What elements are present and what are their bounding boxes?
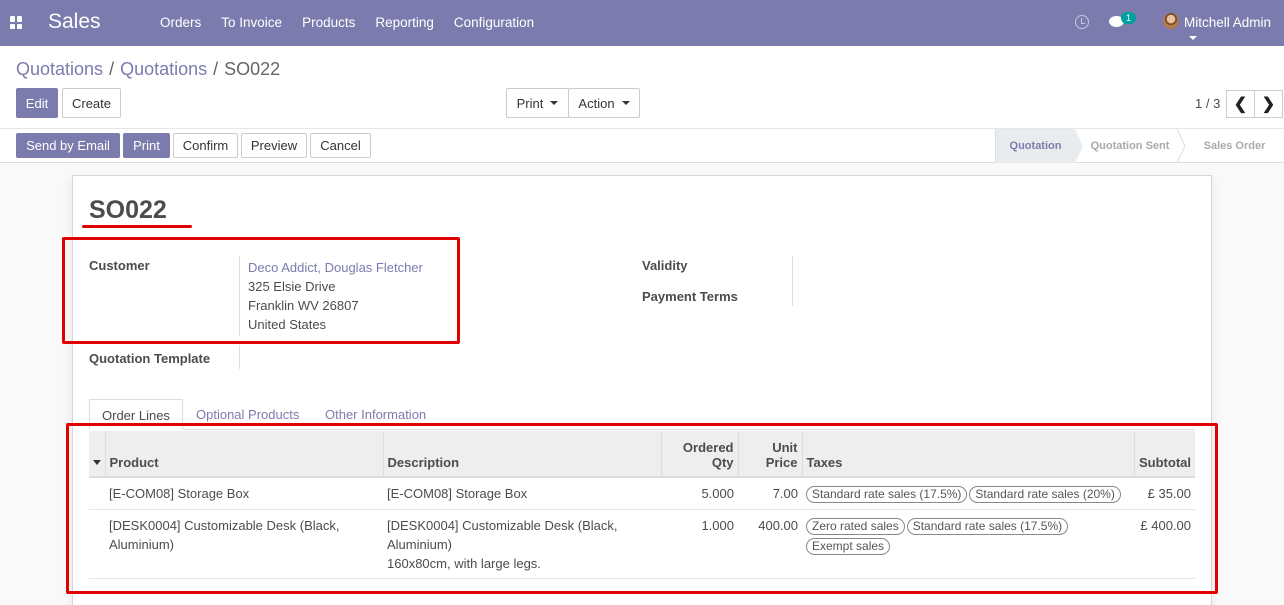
create-button[interactable]: Create bbox=[62, 88, 121, 118]
breadcrumb-quotations-2[interactable]: Quotations bbox=[120, 59, 207, 79]
chevron-left-icon: ❮ bbox=[1233, 96, 1248, 113]
breadcrumb-current: SO022 bbox=[224, 59, 281, 79]
activity-clock-icon[interactable] bbox=[1075, 15, 1089, 29]
print-button[interactable]: Print bbox=[123, 133, 170, 158]
cancel-button[interactable]: Cancel bbox=[310, 133, 371, 158]
top-navbar: Sales Orders To Invoice Products Reporti… bbox=[0, 0, 1284, 46]
status-bar: Quotation Quotation Sent Sales Order bbox=[995, 129, 1284, 163]
stage-quotation[interactable]: Quotation bbox=[995, 129, 1083, 163]
breadcrumb: Quotations / Quotations / SO022 bbox=[16, 59, 281, 79]
chevron-down-icon bbox=[1189, 36, 1197, 41]
chevron-down-icon bbox=[550, 101, 559, 105]
menu-orders[interactable]: Orders bbox=[160, 15, 201, 30]
action-dropdown-label: Action bbox=[578, 95, 615, 111]
app-name[interactable]: Sales bbox=[48, 10, 101, 34]
order-lines-highlight-box bbox=[66, 423, 1218, 594]
quotation-template-field[interactable] bbox=[239, 345, 240, 369]
stage-quotation-label: Quotation bbox=[1009, 140, 1062, 152]
chat-badge: 1 bbox=[1121, 12, 1137, 24]
avatar[interactable] bbox=[1163, 13, 1179, 29]
menu-configuration[interactable]: Configuration bbox=[454, 15, 534, 30]
title-highlight-annotation bbox=[82, 225, 192, 228]
user-menu[interactable]: Mitchell Admin bbox=[1184, 15, 1284, 45]
menu-reporting[interactable]: Reporting bbox=[375, 15, 434, 30]
print-dropdown-label: Print bbox=[516, 95, 544, 111]
menu-products[interactable]: Products bbox=[302, 15, 355, 30]
breadcrumb-quotations-1[interactable]: Quotations bbox=[16, 59, 103, 79]
control-panel: Quotations / Quotations / SO022 Edit Create … bbox=[0, 46, 1284, 163]
print-dropdown[interactable]: Print bbox=[506, 88, 569, 118]
send-by-email-button[interactable]: Send by Email bbox=[16, 133, 120, 158]
quotation-template-label: Quotation Template bbox=[89, 351, 211, 366]
chevron-down-icon bbox=[621, 101, 630, 105]
stage-sales-order[interactable]: Sales Order bbox=[1185, 129, 1284, 163]
action-dropdown[interactable]: Action bbox=[568, 88, 640, 118]
edit-button[interactable]: Edit bbox=[16, 88, 58, 118]
payment-terms-label: Payment Terms bbox=[642, 289, 738, 304]
apps-grid-icon[interactable] bbox=[10, 16, 23, 29]
stage-quotation-sent-label: Quotation Sent bbox=[1090, 140, 1170, 152]
pager-previous-button[interactable]: ❮ bbox=[1226, 90, 1255, 118]
main-menu: Orders To Invoice Products Reporting Con… bbox=[150, 15, 544, 30]
chevron-right-icon: ❯ bbox=[1261, 96, 1276, 113]
user-name-label: Mitchell Admin bbox=[1184, 15, 1272, 30]
pager-next-button[interactable]: ❯ bbox=[1254, 90, 1283, 118]
pager-value[interactable]: 1 / 3 bbox=[1195, 96, 1220, 111]
confirm-button[interactable]: Confirm bbox=[173, 133, 238, 158]
menu-to-invoice[interactable]: To Invoice bbox=[221, 15, 282, 30]
customer-highlight-box bbox=[62, 237, 460, 344]
order-name: SO022 bbox=[89, 196, 167, 224]
validity-label: Validity bbox=[642, 258, 688, 273]
validity-payment-field[interactable] bbox=[792, 256, 793, 306]
stage-quotation-sent[interactable]: Quotation Sent bbox=[1075, 129, 1186, 163]
stage-sales-order-label: Sales Order bbox=[1203, 140, 1266, 152]
preview-button[interactable]: Preview bbox=[241, 133, 307, 158]
